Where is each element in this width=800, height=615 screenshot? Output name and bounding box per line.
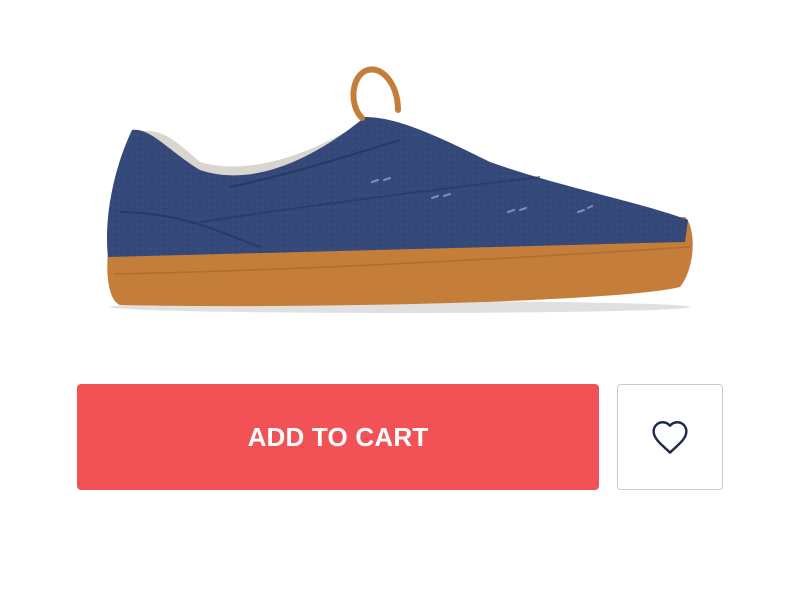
heel-pull-loop (350, 66, 401, 121)
heart-outline-icon (652, 421, 688, 454)
wishlist-button[interactable] (617, 384, 723, 490)
product-image (107, 66, 693, 313)
add-to-cart-button[interactable]: ADD TO CART (77, 384, 599, 490)
heart-outline-path (652, 421, 688, 454)
